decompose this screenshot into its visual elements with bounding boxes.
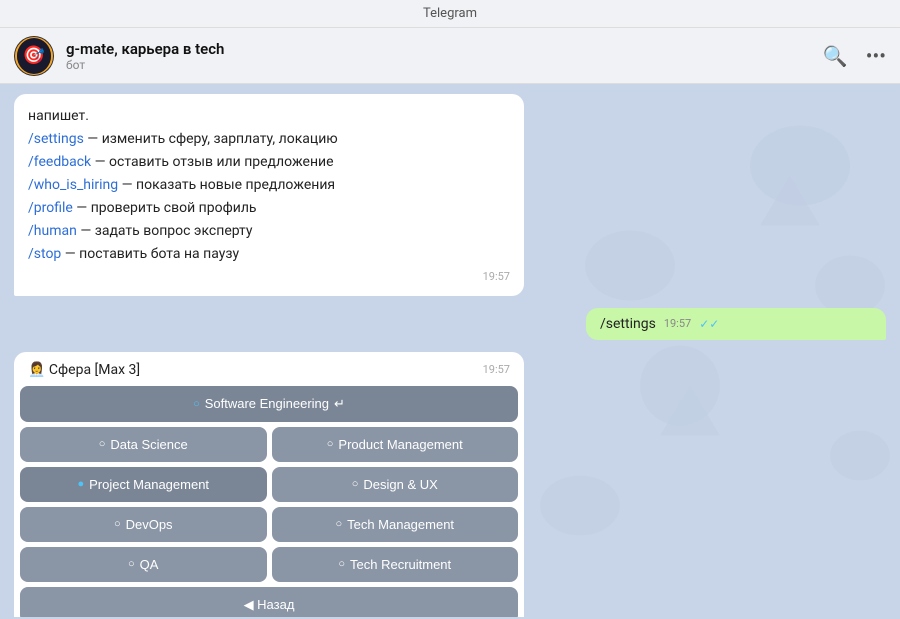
btn-tech-recruitment[interactable]: ○ Tech Recruitment bbox=[272, 547, 519, 582]
bot-name: g-mate, карьера в tech bbox=[66, 40, 823, 58]
kb-row-3: ● Project Management ○ Design & UX bbox=[20, 467, 518, 502]
header-actions: 🔍 ••• bbox=[823, 44, 886, 68]
cmd-who-is-hiring: /who_is_hiring — показать новые предложе… bbox=[28, 175, 510, 196]
cmd-human: /human — задать вопрос эксперту bbox=[28, 221, 510, 242]
cmd-feedback: /feedback — оставить отзыв или предложен… bbox=[28, 152, 510, 173]
btn-software-engineering[interactable]: ○ Software Engineering ↵ bbox=[20, 386, 518, 422]
keyboard-buttons: ○ Software Engineering ↵ ○ Data Science … bbox=[14, 386, 524, 618]
btn-qa[interactable]: ○ QA bbox=[20, 547, 267, 582]
more-icon[interactable]: ••• bbox=[866, 44, 886, 68]
btn-project-management[interactable]: ● Project Management bbox=[20, 467, 267, 502]
cmd-stop: /stop — поставить бота на паузу bbox=[28, 244, 510, 265]
btn-data-science[interactable]: ○ Data Science bbox=[20, 427, 267, 462]
user-message-settings: /settings 19:57 ✓✓ bbox=[586, 308, 886, 340]
kb-row-1: ○ Software Engineering ↵ bbox=[20, 386, 518, 422]
inline-keyboard-wrapper: 👩‍💼 Сфера [Max 3] 19:57 ○ Software Engin… bbox=[14, 352, 524, 618]
keyboard-time: 19:57 bbox=[483, 363, 510, 376]
bot-message-time: 19:57 bbox=[28, 269, 510, 286]
btn-design-ux[interactable]: ○ Design & UX bbox=[272, 467, 519, 502]
search-icon[interactable]: 🔍 bbox=[823, 44, 848, 68]
chat-header: 🎯 g-mate, карьера в tech бот 🔍 ••• bbox=[0, 28, 900, 84]
cmd-profile: /profile — проверить свой профиль bbox=[28, 198, 510, 219]
keyboard-header: 👩‍💼 Сфера [Max 3] 19:57 bbox=[14, 352, 524, 386]
btn-devops[interactable]: ○ DevOps bbox=[20, 507, 267, 542]
bot-avatar: 🎯 bbox=[14, 36, 54, 76]
bot-message-commands: напишет. /settings — изменить сферу, зар… bbox=[14, 94, 524, 296]
btn-tech-management[interactable]: ○ Tech Management bbox=[272, 507, 519, 542]
user-message-text: /settings bbox=[600, 316, 656, 332]
title-bar-label: Telegram bbox=[423, 6, 477, 21]
double-check-icon: ✓✓ bbox=[699, 317, 719, 331]
chat-area: напишет. /settings — изменить сферу, зар… bbox=[0, 84, 900, 617]
bot-sub: бот bbox=[66, 58, 823, 72]
top-text: напишет. bbox=[28, 106, 510, 127]
back-button[interactable]: ◀ Назад bbox=[20, 587, 518, 618]
title-bar: Telegram bbox=[0, 0, 900, 28]
keyboard-title: 👩‍💼 Сфера [Max 3] bbox=[28, 362, 140, 378]
kb-row-2: ○ Data Science ○ Product Management bbox=[20, 427, 518, 462]
cmd-settings: /settings — изменить сферу, зарплату, ло… bbox=[28, 129, 510, 150]
user-message-time: 19:57 bbox=[664, 317, 691, 330]
messages-container: напишет. /settings — изменить сферу, зар… bbox=[0, 84, 900, 617]
header-info: g-mate, карьера в tech бот bbox=[66, 40, 823, 72]
btn-product-management[interactable]: ○ Product Management bbox=[272, 427, 519, 462]
kb-row-4: ○ DevOps ○ Tech Management bbox=[20, 507, 518, 542]
kb-row-5: ○ QA ○ Tech Recruitment bbox=[20, 547, 518, 582]
kb-row-6: ◀ Назад bbox=[20, 587, 518, 618]
